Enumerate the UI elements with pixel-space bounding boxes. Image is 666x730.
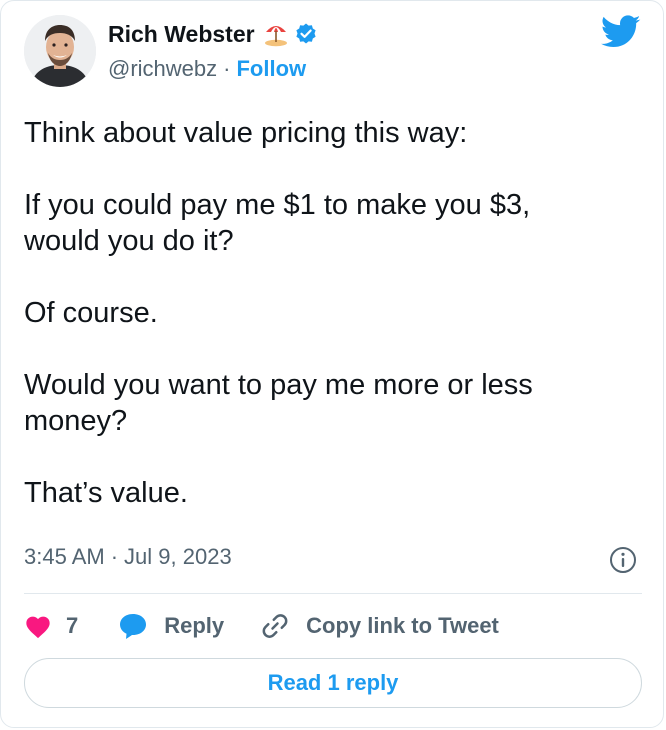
separator-dot: · [110, 544, 119, 569]
heart-icon [26, 616, 50, 639]
avatar-image [24, 15, 96, 87]
reply-button[interactable]: Reply [118, 612, 224, 640]
tweet-actions: 7 Reply Copy link to Tweet [24, 609, 499, 643]
verified-badge-icon [294, 22, 318, 46]
tweet-timestamp[interactable]: 3:45 AM · Jul 9, 2023 [24, 544, 232, 570]
avatar[interactable] [24, 15, 96, 87]
tweet-time: 3:45 AM [24, 544, 105, 569]
author-handle-row: @richwebz · Follow [108, 56, 306, 82]
read-replies-button[interactable]: Read 1 reply [24, 658, 642, 708]
tweet-card: Rich Webster @richwebz · Follow Think ab [0, 0, 664, 728]
link-icon [262, 614, 288, 638]
separator-dot: · [223, 56, 231, 81]
author-name[interactable]: Rich Webster [108, 21, 255, 48]
author-name-row: Rich Webster [108, 19, 318, 49]
info-icon[interactable] [609, 546, 637, 574]
tweet-text: Think about value pricing this way: If y… [24, 117, 533, 509]
copy-link-button[interactable]: Copy link to Tweet [260, 611, 499, 641]
like-button[interactable]: 7 [24, 613, 78, 639]
like-count: 7 [66, 613, 79, 638]
follow-button[interactable]: Follow [236, 56, 306, 82]
speech-bubble-icon [120, 614, 147, 639]
copy-link-label: Copy link to Tweet [306, 613, 499, 638]
divider [24, 593, 642, 594]
author-handle[interactable]: @richwebz [108, 56, 217, 82]
read-replies-label: Read 1 reply [267, 670, 399, 695]
tweet-date: Jul 9, 2023 [124, 544, 232, 569]
reply-label: Reply [164, 613, 225, 638]
beach-umbrella-icon [263, 21, 289, 47]
twitter-bird-icon[interactable] [600, 15, 641, 49]
